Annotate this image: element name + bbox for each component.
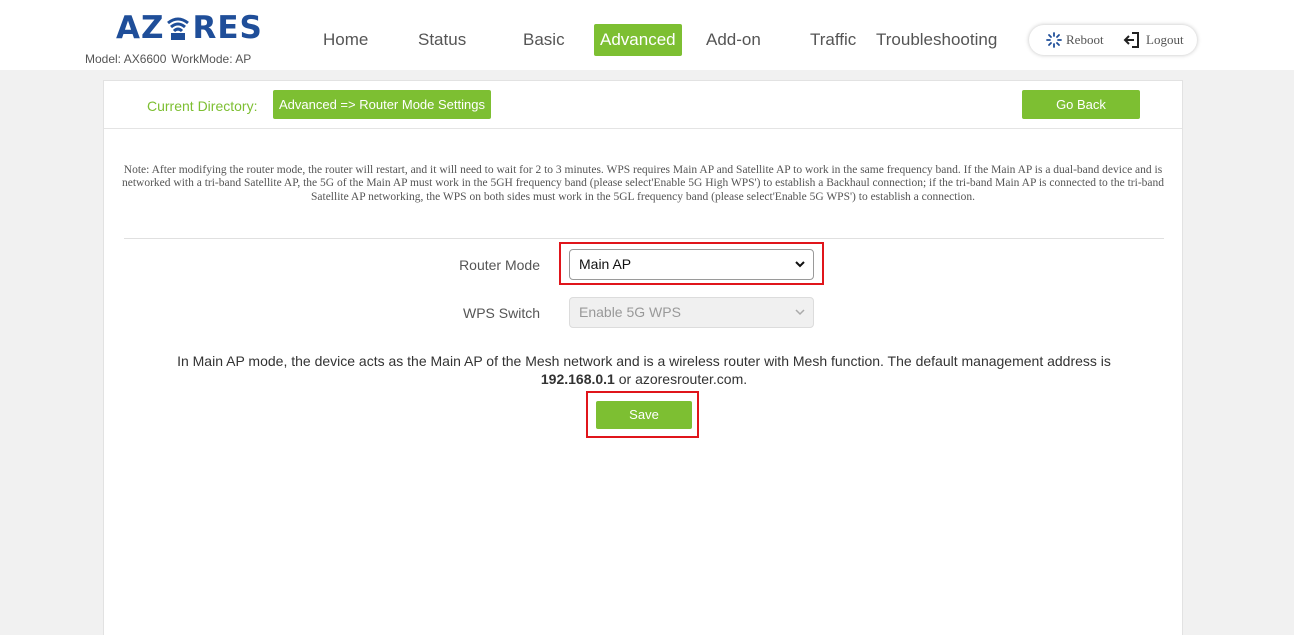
router-mode-select[interactable]: Main AP	[569, 249, 814, 280]
utility-buttons: Reboot Logout	[1029, 25, 1197, 55]
router-mode-value: Main AP	[579, 256, 632, 272]
go-back-button[interactable]: Go Back	[1022, 90, 1140, 119]
reboot-label: Reboot	[1066, 32, 1104, 47]
logout-arrow-icon	[1123, 32, 1139, 48]
model-label: Model: AX6600	[85, 52, 167, 66]
router-mode-panel: Current Directory: Advanced => Router Mo…	[103, 80, 1183, 635]
management-domain: or azoresrouter.com.	[618, 371, 748, 387]
mode-description: In Main AP mode, the device acts as the …	[124, 352, 1164, 388]
wps-switch-value: Enable 5G WPS	[579, 304, 681, 320]
nav-status[interactable]: Status	[418, 24, 466, 56]
nav-addon[interactable]: Add-on	[706, 24, 761, 56]
logout-button[interactable]: Logout	[1123, 25, 1184, 55]
current-directory-label: Current Directory:	[147, 98, 258, 114]
wps-switch-label: WPS Switch	[462, 305, 540, 321]
logo-text-part1: AZ	[116, 10, 165, 46]
chevron-down-icon	[795, 309, 805, 316]
management-address: 192.168.0.1	[540, 371, 615, 387]
divider	[104, 128, 1182, 129]
wifi-icon	[165, 14, 191, 42]
chevron-down-icon	[795, 261, 805, 268]
device-model-info: Model: AX6600 WorkMode: AP	[85, 52, 256, 66]
wps-switch-select: Enable 5G WPS	[569, 297, 814, 328]
nav-basic[interactable]: Basic	[523, 24, 565, 56]
breadcrumb: Advanced => Router Mode Settings	[273, 90, 491, 119]
logout-label: Logout	[1146, 32, 1184, 47]
mode-description-text: In Main AP mode, the device acts as the …	[177, 353, 1111, 369]
reboot-button[interactable]: Reboot	[1045, 25, 1104, 55]
divider	[124, 238, 1164, 239]
nav-advanced[interactable]: Advanced	[594, 24, 682, 56]
reboot-spinner-icon	[1046, 32, 1062, 48]
nav-troubleshooting[interactable]: Troubleshooting	[876, 24, 997, 56]
logo-text-part2: RES	[192, 10, 263, 46]
nav-home[interactable]: Home	[323, 24, 368, 56]
workmode-label: WorkMode: AP	[171, 52, 252, 66]
router-mode-label: Router Mode	[459, 257, 540, 273]
nav-traffic[interactable]: Traffic	[810, 24, 856, 56]
router-mode-note: Note: After modifying the router mode, t…	[122, 164, 1164, 203]
brand-logo: AZ RES	[116, 10, 263, 46]
save-button[interactable]: Save	[596, 401, 692, 429]
top-header: AZ RES Model: AX6600 WorkMode: AP Home St…	[0, 0, 1294, 70]
